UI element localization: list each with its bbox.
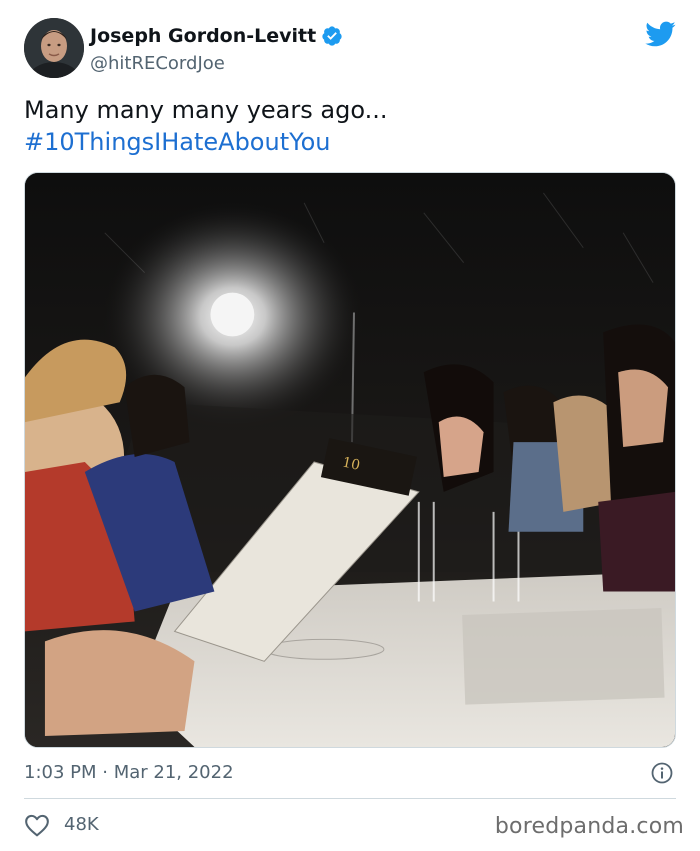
info-icon[interactable] bbox=[650, 761, 674, 785]
avatar[interactable] bbox=[24, 18, 84, 78]
tweet-photo[interactable]: 10 bbox=[24, 172, 676, 748]
author-name-row: Joseph Gordon-Levitt bbox=[90, 25, 343, 47]
like-count: 48K bbox=[64, 814, 99, 835]
tweet-actions: 48K boredpanda.com bbox=[24, 812, 684, 840]
source-watermark: boredpanda.com bbox=[494, 814, 684, 839]
tweet-header: Joseph Gordon-Levitt @hitRECordJoe bbox=[24, 18, 676, 80]
hashtag-link[interactable]: #10ThingsIHateAboutYou bbox=[24, 126, 676, 158]
verified-badge-icon bbox=[322, 26, 342, 46]
twitter-bird-icon[interactable] bbox=[644, 20, 676, 48]
author-handle[interactable]: @hitRECordJoe bbox=[90, 53, 225, 74]
tweet-text: Many many many years ago... #10ThingsIHa… bbox=[24, 94, 676, 158]
display-name[interactable]: Joseph Gordon-Levitt bbox=[90, 25, 316, 47]
tweet-card: Joseph Gordon-Levitt @hitRECordJoe Many … bbox=[0, 0, 700, 851]
tweet-meta: 1:03 PM · Mar 21, 2022 bbox=[24, 761, 676, 787]
divider bbox=[24, 798, 676, 799]
timestamp-link[interactable]: 1:03 PM · Mar 21, 2022 bbox=[24, 762, 234, 783]
heart-icon[interactable] bbox=[24, 813, 50, 837]
tweet-text-line: Many many many years ago... bbox=[24, 96, 388, 124]
